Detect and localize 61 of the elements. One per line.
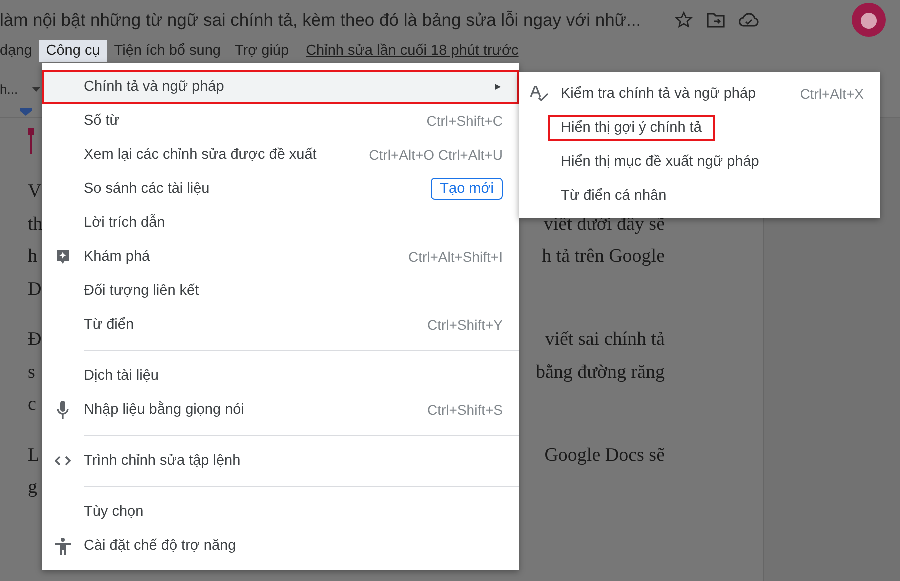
- shortcut-text: Ctrl+Shift+S: [428, 402, 503, 418]
- submenu-label: Hiển thị gợi ý chính tả: [549, 116, 714, 140]
- document-text: viết sai chính tả: [545, 329, 665, 352]
- menu-item[interactable]: Số từ Ctrl+Shift+C: [42, 104, 519, 138]
- shortcut-text: Ctrl+Shift+Y: [428, 317, 503, 333]
- document-text: Đ: [28, 329, 42, 352]
- menu-item[interactable]: Nhập liệu bằng giọng nói Ctrl+Shift+S: [42, 393, 519, 427]
- menu-item[interactable]: Trình chỉnh sửa tập lệnh: [42, 444, 519, 478]
- document-text: c: [28, 394, 38, 416]
- avatar-icon[interactable]: [852, 3, 886, 37]
- submenu-item[interactable]: Hiển thị mục đề xuất ngữ pháp: [519, 145, 880, 179]
- menu-item[interactable]: Cài đặt chế độ trợ năng: [42, 529, 519, 563]
- shortcut-text: Ctrl+Shift+C: [426, 113, 503, 129]
- microphone-icon: [57, 401, 69, 419]
- font-field[interactable]: h...: [0, 72, 18, 97]
- submenu-label: Từ điển cá nhân: [560, 187, 668, 206]
- shortcut-text: Ctrl+Alt+O Ctrl+Alt+U: [369, 147, 503, 163]
- accessibility-icon: [55, 538, 71, 554]
- menu-item[interactable]: Chính tả và ngữ pháp ►: [42, 70, 519, 104]
- document-text: Google Docs sẽ: [544, 444, 665, 467]
- menu-tab[interactable]: Công cụ: [39, 40, 108, 62]
- shortcut-text: Ctrl+Alt+Shift+I: [408, 249, 503, 265]
- document-text: D: [28, 278, 42, 301]
- submenu-label: Kiểm tra chính tả và ngữ pháp: [560, 85, 758, 104]
- document-title[interactable]: làm nội bật những từ ngữ sai chính tả, kèm theo đó là bảng sửa lỗi ngay với nhữ...: [0, 10, 642, 30]
- submenu-arrow: ►: [493, 82, 503, 92]
- menu-item[interactable]: Dịch tài liệu: [42, 359, 519, 393]
- new-button[interactable]: Tạo mới: [431, 178, 503, 200]
- document-text: V: [28, 181, 42, 204]
- menu-item[interactable]: Khám phá Ctrl+Alt+Shift+I: [42, 240, 519, 274]
- menu-tab[interactable]: Trợ giúp: [228, 40, 296, 62]
- shortcut-text: Ctrl+Alt+X: [800, 86, 864, 102]
- document-text: h: [28, 246, 38, 268]
- star-icon[interactable]: [675, 11, 694, 29]
- document-text: h tả trên Google: [542, 246, 665, 268]
- document-text: th: [28, 214, 42, 236]
- menu-item[interactable]: Tùy chọn: [42, 495, 519, 529]
- document-text: g: [28, 477, 38, 500]
- menu-item[interactable]: Từ điển Ctrl+Shift+Y: [42, 308, 519, 342]
- submenu-label: Hiển thị mục đề xuất ngữ pháp: [560, 153, 760, 172]
- last-edit-link[interactable]: Chỉnh sửa lần cuối 18 phút trước: [306, 43, 519, 59]
- document-text: L: [28, 444, 41, 467]
- menu-item[interactable]: So sánh các tài liệu Tạo mới: [42, 172, 519, 206]
- submenu-item[interactable]: Hiển thị gợi ý chính tả: [519, 111, 880, 145]
- menu-item[interactable]: Lời trích dẫn: [42, 206, 519, 240]
- spellcheck-icon: [530, 86, 550, 102]
- submenu-item[interactable]: Kiểm tra chính tả và ngữ pháp Ctrl+Alt+X: [519, 77, 880, 111]
- menu-item[interactable]: Xem lại các chỉnh sửa được đề xuất Ctrl+Alt+O Ctrl+Alt+U: [42, 138, 519, 172]
- cloud-icon[interactable]: [739, 12, 760, 28]
- menu-item[interactable]: Đối tượng liên kết: [42, 274, 519, 308]
- caret-icon[interactable]: [32, 87, 42, 92]
- submenu-item[interactable]: Từ điển cá nhân: [519, 179, 880, 213]
- folder-icon[interactable]: [707, 12, 726, 28]
- menu-tab[interactable]: dạng: [0, 40, 40, 62]
- document-text: s: [28, 362, 36, 384]
- document-text: bằng đường răng: [536, 362, 665, 384]
- menu-tab[interactable]: Tiện ích bổ sung: [107, 40, 228, 62]
- explore-icon: [56, 249, 70, 265]
- indent-marker-icon[interactable]: [20, 108, 32, 116]
- code-icon: [55, 456, 71, 466]
- cursor-marker-icon: [28, 128, 34, 154]
